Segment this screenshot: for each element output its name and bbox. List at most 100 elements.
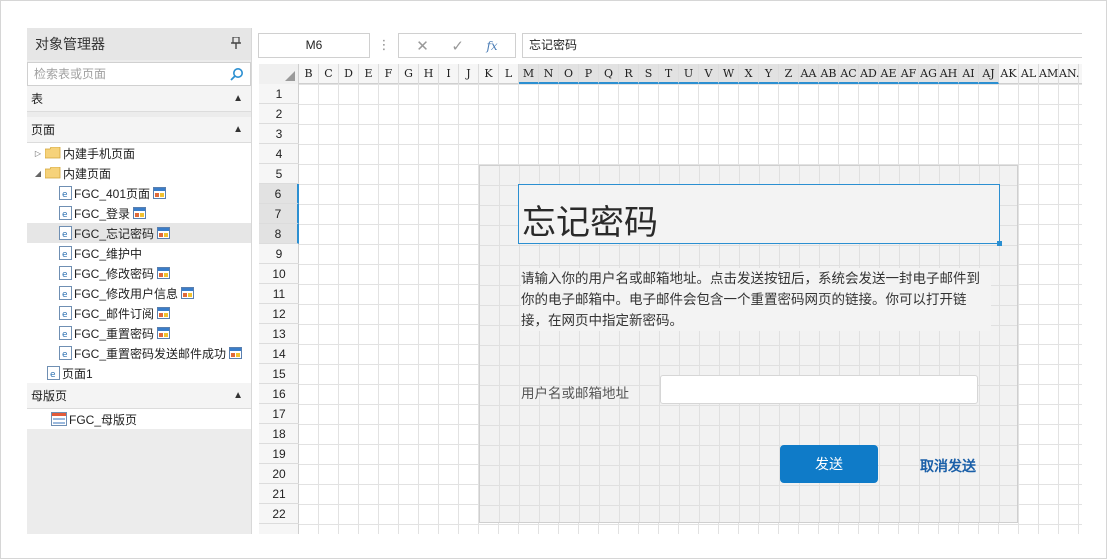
confirm-edit-icon[interactable]: ✓ — [451, 37, 464, 55]
username-email-input[interactable] — [660, 375, 978, 404]
row-header[interactable]: 11 — [259, 284, 299, 304]
tree-item-label: 内建页面 — [63, 166, 112, 181]
tree-master-item[interactable]: FGC_母版页 — [27, 409, 251, 429]
section-masters[interactable]: 母版页 ▲ — [27, 383, 251, 409]
column-header[interactable]: W — [719, 64, 739, 84]
tree-page-item[interactable]: e FGC_修改密码 — [27, 263, 251, 283]
row-header[interactable]: 2 — [259, 104, 299, 124]
row-header[interactable]: 10 — [259, 264, 299, 284]
row-header[interactable]: 13 — [259, 324, 299, 344]
row-header[interactable]: 4 — [259, 144, 299, 164]
column-header[interactable]: F — [379, 64, 399, 84]
search-icon[interactable] — [230, 67, 244, 81]
row-header[interactable]: 5 — [259, 164, 299, 184]
column-header[interactable]: AJ — [979, 64, 999, 84]
row-header[interactable]: 15 — [259, 364, 299, 384]
spreadsheet-grid[interactable]: B C D E F G H I J K L M N O P Q R S T U V W X Y Z AA AB AC AD AE AF AG A… — [259, 64, 1082, 534]
column-header[interactable]: X — [739, 64, 759, 84]
column-header[interactable]: Z — [779, 64, 799, 84]
row-header[interactable]: 21 — [259, 484, 299, 504]
tree-page-item[interactable]: e FGC_重置密码 — [27, 323, 251, 343]
cancel-send-link[interactable]: 取消发送 — [920, 456, 976, 476]
tree-page-item[interactable]: e FGC_401页面 — [27, 183, 251, 203]
tree-page-item[interactable]: e FGC_登录 — [27, 203, 251, 223]
column-header[interactable]: AC — [839, 64, 859, 84]
row-header[interactable]: 16 — [259, 384, 299, 404]
template-icon — [229, 347, 243, 359]
column-header[interactable]: C — [319, 64, 339, 84]
pin-icon[interactable] — [231, 35, 241, 52]
title-cell-selected[interactable]: 忘记密码 — [518, 184, 1002, 246]
function-icon[interactable]: fx — [486, 39, 497, 53]
column-header[interactable]: L — [499, 64, 519, 84]
tree-page-item[interactable]: e FGC_修改用户信息 — [27, 283, 251, 303]
column-header[interactable]: T — [659, 64, 679, 84]
column-header[interactable]: AI — [959, 64, 979, 84]
column-header[interactable]: AD — [859, 64, 879, 84]
row-header[interactable]: 18 — [259, 424, 299, 444]
column-header[interactable]: AB — [819, 64, 839, 84]
column-header[interactable]: P — [579, 64, 599, 84]
column-header[interactable]: S — [639, 64, 659, 84]
object-search-input[interactable] — [34, 67, 230, 81]
column-header[interactable]: R — [619, 64, 639, 84]
tree-page-item[interactable]: e FGC_重置密码发送邮件成功 — [27, 343, 251, 363]
row-header[interactable]: 14 — [259, 344, 299, 364]
column-header[interactable]: B — [299, 64, 319, 84]
column-header[interactable]: D — [339, 64, 359, 84]
tree-page-item[interactable]: e 页面1 — [27, 363, 251, 383]
row-header[interactable]: 8 — [259, 224, 299, 244]
column-header[interactable]: K — [479, 64, 499, 84]
column-header[interactable]: AM — [1039, 64, 1059, 84]
column-header[interactable]: AL — [1019, 64, 1039, 84]
column-header[interactable]: O — [559, 64, 579, 84]
column-header[interactable]: H — [419, 64, 439, 84]
tree-page-item[interactable]: e FGC_维护中 — [27, 243, 251, 263]
chevron-up-icon[interactable]: ▲ — [233, 124, 243, 135]
row-header[interactable]: 9 — [259, 244, 299, 264]
svg-text:e: e — [62, 230, 68, 240]
column-header[interactable]: U — [679, 64, 699, 84]
column-header[interactable]: M — [519, 64, 539, 84]
resize-handle[interactable] — [997, 241, 1002, 246]
section-tables[interactable]: 表 ▲ — [27, 86, 251, 112]
chevron-up-icon[interactable]: ▲ — [233, 93, 243, 104]
column-header[interactable]: J — [459, 64, 479, 84]
row-header[interactable]: 19 — [259, 444, 299, 464]
column-header[interactable]: G — [399, 64, 419, 84]
column-header[interactable]: N — [539, 64, 559, 84]
cancel-edit-icon[interactable]: ✕ — [416, 37, 429, 55]
column-header[interactable]: Q — [599, 64, 619, 84]
collapse-arrow-icon[interactable]: ◢ — [33, 169, 43, 178]
tree-folder-builtin-pages[interactable]: ◢ 内建页面 — [27, 163, 251, 183]
select-all-corner[interactable] — [259, 64, 299, 84]
row-header[interactable]: 17 — [259, 404, 299, 424]
column-header[interactable]: I — [439, 64, 459, 84]
chevron-up-icon[interactable]: ▲ — [233, 390, 243, 401]
tree-folder-mobile-pages[interactable]: ▷ 内建手机页面 — [27, 143, 251, 163]
row-header[interactable]: 7 — [259, 204, 299, 224]
column-header[interactable]: Y — [759, 64, 779, 84]
column-header[interactable]: AN. — [1059, 64, 1079, 84]
row-header[interactable]: 3 — [259, 124, 299, 144]
column-header[interactable]: AH — [939, 64, 959, 84]
formula-input[interactable]: 忘记密码 — [522, 33, 1082, 58]
column-header[interactable]: AE — [879, 64, 899, 84]
expand-arrow-icon[interactable]: ▷ — [33, 149, 43, 158]
column-header[interactable]: AA — [799, 64, 819, 84]
column-header[interactable]: E — [359, 64, 379, 84]
column-header[interactable]: AG — [919, 64, 939, 84]
cell-reference-box[interactable]: M6 — [258, 33, 370, 58]
row-header[interactable]: 20 — [259, 464, 299, 484]
send-button[interactable]: 发送 — [780, 445, 878, 483]
section-pages[interactable]: 页面 ▲ — [27, 117, 251, 143]
column-header[interactable]: V — [699, 64, 719, 84]
row-header[interactable]: 1 — [259, 84, 299, 104]
column-header[interactable]: AF — [899, 64, 919, 84]
tree-page-item[interactable]: e FGC_邮件订阅 — [27, 303, 251, 323]
tree-page-item-selected[interactable]: e FGC_忘记密码 — [27, 223, 251, 243]
row-header[interactable]: 12 — [259, 304, 299, 324]
row-header[interactable]: 6 — [259, 184, 299, 204]
column-header[interactable]: AK — [999, 64, 1019, 84]
row-header[interactable]: 22 — [259, 504, 299, 524]
